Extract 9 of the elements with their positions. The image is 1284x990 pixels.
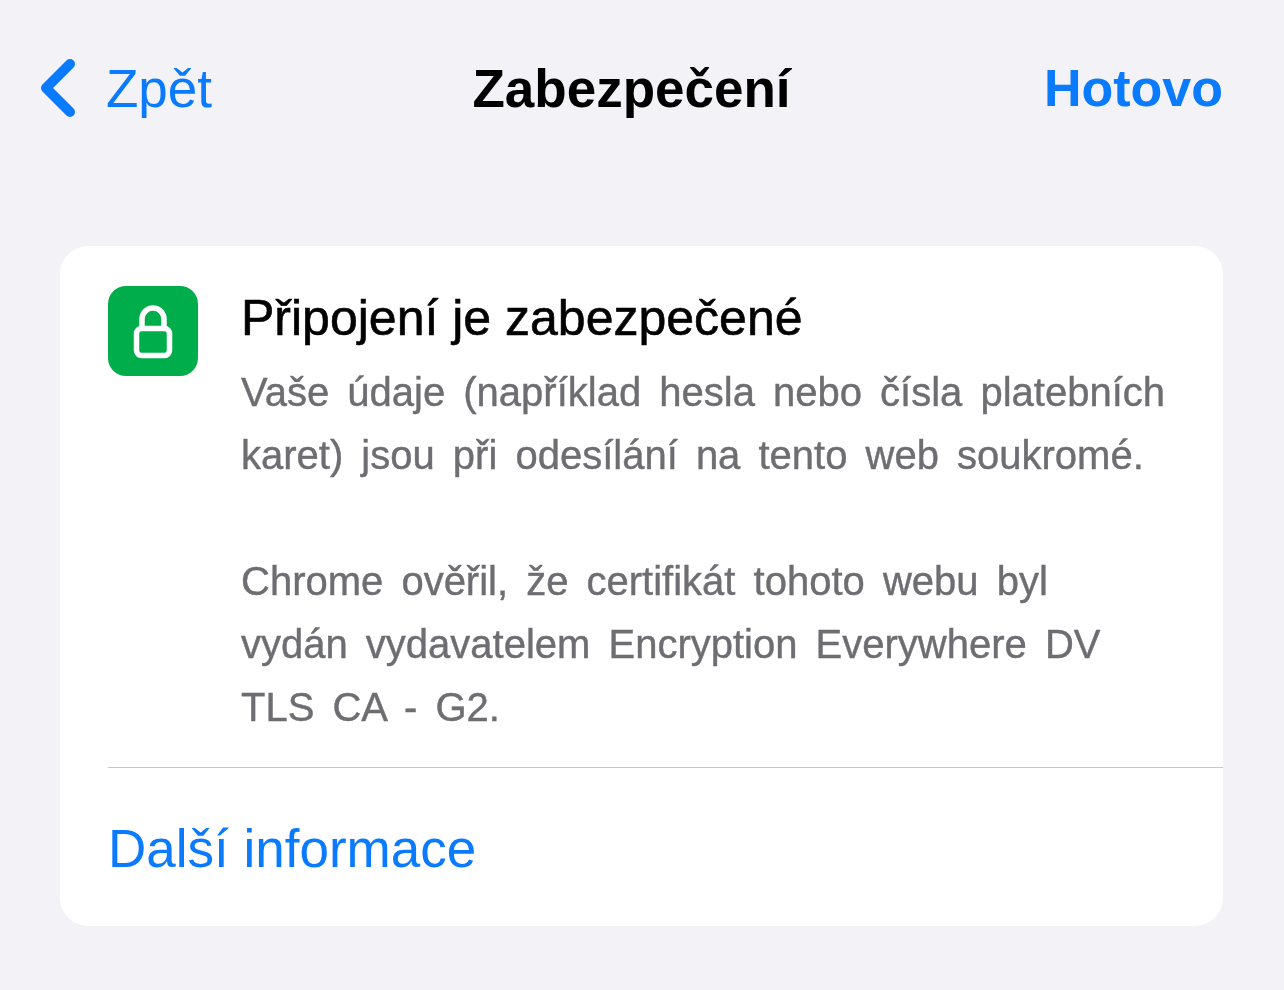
done-button[interactable]: Hotovo bbox=[1043, 58, 1223, 118]
lock-icon bbox=[108, 286, 198, 376]
more-info-link[interactable]: Další informace bbox=[108, 818, 477, 879]
description-text: Vaše údaje (například hesla nebo čísla platebních karet) jsou při odesílání na tento web soukromé. bbox=[241, 369, 1167, 479]
description-text: Chrome ověřil, že certifikát tohoto webu byl vydán vydavatelem Encryption Everywhere DV TLS CA - G2. bbox=[241, 558, 1102, 731]
page-title: Zabezpečení bbox=[472, 57, 791, 119]
chevron-left-icon bbox=[40, 59, 76, 117]
back-button[interactable]: Zpět bbox=[40, 57, 213, 119]
connection-status-title: Připojení je zabezpečené bbox=[241, 289, 804, 348]
